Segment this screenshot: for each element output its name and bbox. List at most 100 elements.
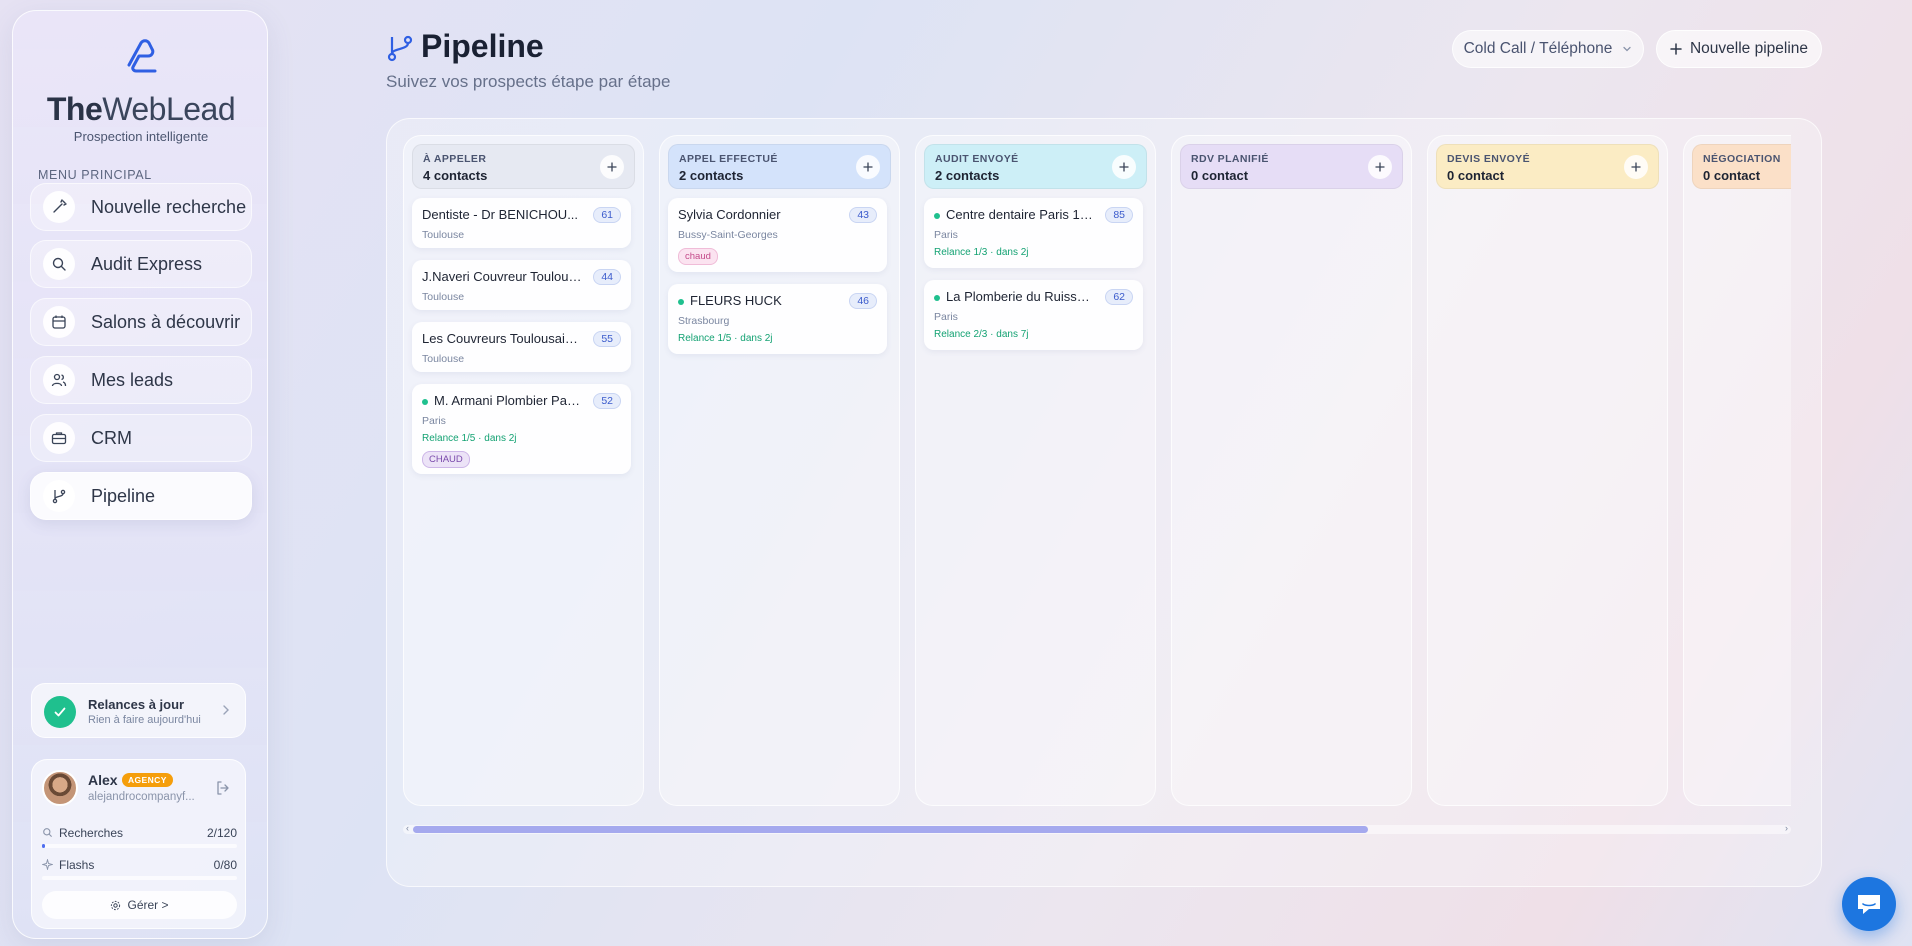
relances-card[interactable]: Relances à jour Rien à faire aujourd'hui	[31, 683, 246, 738]
brand-name: TheWebLead	[46, 91, 236, 127]
status-dot	[678, 299, 684, 305]
lead-city: Toulouse	[422, 291, 465, 303]
new-pipeline-button[interactable]: Nouvelle pipeline	[1656, 30, 1822, 68]
brand-tagline: Prospection intelligente	[73, 129, 209, 144]
lead-card[interactable]: J.Naveri Couvreur Toulous... 44 Toulouse	[412, 260, 631, 310]
new-pipeline-label: Nouvelle pipeline	[1689, 40, 1809, 57]
pipeline-column: APPEL EFFECTUÉ 2 contacts Sylvia Cordonnie…	[659, 135, 900, 806]
git-branch-icon	[387, 35, 413, 62]
quota-value: 2/120	[206, 826, 237, 840]
relance-info: Relance 1/3 · dans 2j	[934, 247, 1029, 258]
column-header: NÉGOCIATION 0 contact	[1692, 144, 1791, 189]
relances-subtitle: Rien à faire aujourd'hui	[88, 714, 201, 726]
scroll-thumb[interactable]	[413, 826, 1368, 833]
pipeline-columns[interactable]: À APPELER 4 contacts Dentiste - Dr BENICHO…	[403, 135, 1791, 886]
add-card-button[interactable]	[1368, 155, 1392, 179]
lead-name: Dentiste - Dr BENICHOU...	[422, 207, 579, 222]
chat-button[interactable]	[1842, 877, 1896, 931]
sidebar-item-label: CRM	[91, 427, 132, 448]
column-header: APPEL EFFECTUÉ 2 contacts	[668, 144, 891, 189]
gear-icon	[111, 900, 121, 910]
plus-icon	[1375, 162, 1385, 172]
quota-bar	[42, 876, 237, 880]
add-card-button[interactable]	[1624, 155, 1648, 179]
pipeline-column: AUDIT ENVOYÉ 2 contacts Centre dentaire Pa…	[915, 135, 1156, 806]
relance-info: Relance 1/5 · dans 2j	[422, 433, 517, 444]
column-count: 0 contact	[1191, 168, 1249, 183]
menu-label: MENU PRINCIPAL	[38, 168, 152, 182]
logout-icon[interactable]	[215, 780, 231, 796]
user-card: Alex AGENCY alejandrocompanyf... Recherc…	[31, 759, 246, 929]
column-header: RDV PLANIFIÉ 0 contact	[1180, 144, 1403, 189]
horizontal-scrollbar[interactable]: ‹ ›	[403, 823, 1791, 834]
plus-icon	[1631, 162, 1641, 172]
lead-score-badge: 61	[593, 207, 621, 223]
pipeline-select[interactable]: Cold Call / Téléphone	[1452, 30, 1644, 68]
lead-name: Les Couvreurs Toulousains...	[422, 331, 582, 346]
manage-button[interactable]: Gérer >	[42, 891, 237, 919]
scroll-left-icon[interactable]: ‹	[406, 823, 409, 833]
search-icon	[43, 248, 75, 280]
relance-info: Relance 2/3 · dans 7j	[934, 329, 1029, 340]
lead-name: Centre dentaire Paris 10...	[946, 207, 1096, 222]
column-header: AUDIT ENVOYÉ 2 contacts	[924, 144, 1147, 189]
lead-city: Paris	[934, 311, 958, 323]
lead-name: J.Naveri Couvreur Toulous...	[422, 269, 582, 284]
plus-icon	[1119, 162, 1129, 172]
sidebar-item-label: Nouvelle recherche	[91, 196, 247, 217]
status-dot	[934, 213, 940, 219]
lead-city: Paris	[422, 415, 446, 427]
lead-card[interactable]: M. Armani Plombier Paris... 52 Paris Relanc…	[412, 384, 631, 474]
lead-name: M. Armani Plombier Paris...	[434, 393, 584, 408]
lead-card[interactable]: Sylvia Cordonnier 43 Bussy-Saint-Georges ch…	[668, 198, 887, 272]
logo-icon	[127, 39, 157, 73]
scroll-right-icon[interactable]: ›	[1785, 823, 1788, 833]
pipeline-column: NÉGOCIATION 0 contact	[1683, 135, 1791, 806]
column-title: NÉGOCIATION	[1703, 153, 1781, 165]
lead-tag: chaud	[678, 248, 718, 265]
lead-card[interactable]: Dentiste - Dr BENICHOU... 61 Toulouse	[412, 198, 631, 248]
column-title: APPEL EFFECTUÉ	[679, 153, 778, 165]
lead-score-badge: 55	[593, 331, 621, 347]
sidebar-item-audit-express[interactable]: Audit Express	[30, 240, 252, 288]
column-header: DEVIS ENVOYÉ 0 contact	[1436, 144, 1659, 189]
column-count: 4 contacts	[423, 168, 488, 183]
sidebar-item-mes-leads[interactable]: Mes leads	[30, 356, 252, 404]
sidebar-item-label: Audit Express	[91, 253, 203, 274]
lead-card[interactable]: Centre dentaire Paris 10... 85 Paris Relanc…	[924, 198, 1143, 268]
lead-name: FLEURS HUCK	[690, 293, 782, 308]
lead-score-badge: 44	[593, 269, 621, 285]
chevron-right-icon	[223, 705, 229, 715]
sidebar: TheWebLead Prospection intelligente MENU…	[12, 10, 268, 939]
plus-icon	[863, 162, 873, 172]
sidebar-item-crm[interactable]: CRM	[30, 414, 252, 462]
briefcase-icon	[43, 422, 75, 454]
column-title: AUDIT ENVOYÉ	[935, 153, 1019, 165]
add-card-button[interactable]	[1112, 155, 1136, 179]
column-count: 0 contact	[1703, 168, 1761, 183]
user-email: alejandrocompanyf...	[88, 791, 195, 803]
chat-icon	[1858, 895, 1880, 914]
column-count: 2 contacts	[935, 168, 1000, 183]
sidebar-item-label: Salons à découvrir	[91, 311, 241, 332]
lead-card[interactable]: Les Couvreurs Toulousains... 55 Toulouse	[412, 322, 631, 372]
lead-card[interactable]: La Plomberie du Ruissea... 62 Paris Relance…	[924, 280, 1143, 350]
quota-bar	[42, 844, 237, 848]
git-branch-icon	[43, 480, 75, 512]
column-title: RDV PLANIFIÉ	[1191, 153, 1269, 165]
sidebar-item-label: Mes leads	[91, 369, 174, 390]
lead-score-badge: 62	[1105, 289, 1133, 305]
quota-label: Recherches	[59, 826, 124, 840]
sidebar-item-nouvelle-recherche[interactable]: Nouvelle recherche	[30, 183, 252, 231]
plus-icon	[607, 162, 617, 172]
avatar[interactable]	[42, 770, 78, 806]
lead-name: La Plomberie du Ruissea...	[946, 289, 1096, 304]
calendar-icon	[43, 306, 75, 338]
lead-city: Strasbourg	[678, 315, 730, 327]
lead-card[interactable]: FLEURS HUCK 46 Strasbourg Relance 1/5 · dan…	[668, 284, 887, 354]
add-card-button[interactable]	[856, 155, 880, 179]
sidebar-item-pipeline[interactable]: Pipeline	[30, 472, 252, 520]
sidebar-item-salons[interactable]: Salons à découvrir	[30, 298, 252, 346]
relances-title: Relances à jour	[88, 697, 185, 712]
add-card-button[interactable]	[600, 155, 624, 179]
